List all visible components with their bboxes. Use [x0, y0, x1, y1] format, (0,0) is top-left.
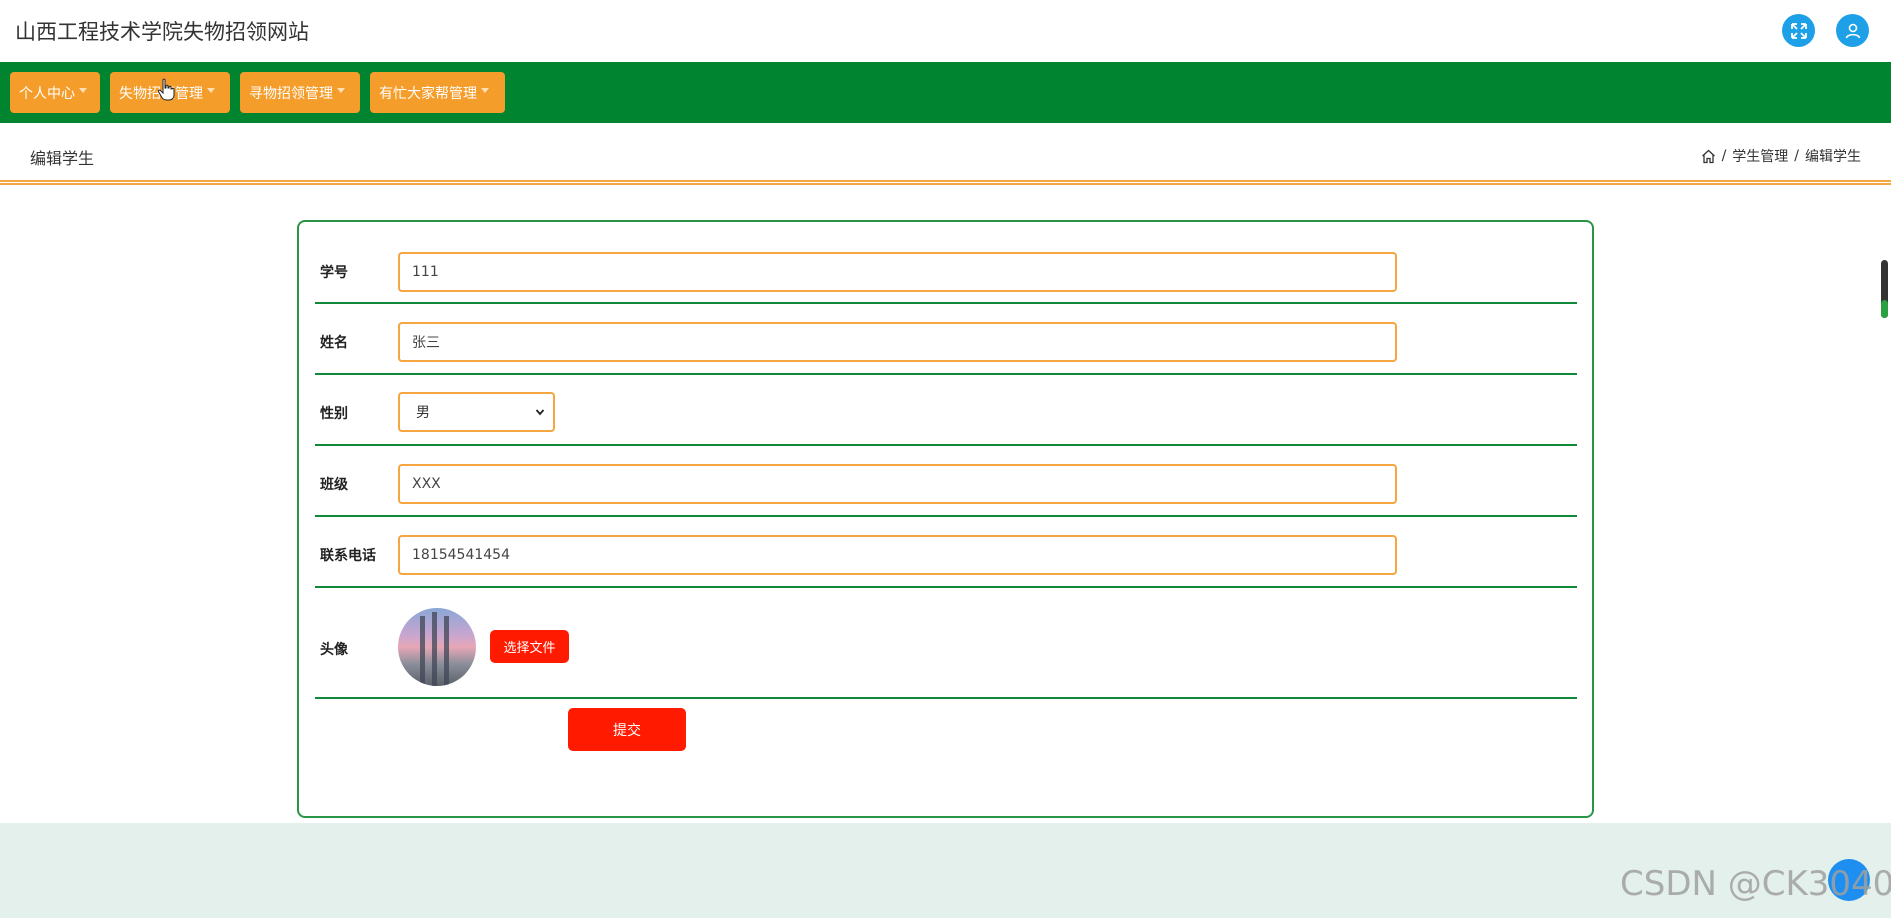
top-header: 山西工程技术学院失物招领网站 [0, 0, 1891, 62]
choose-file-button[interactable]: 选择文件 [490, 630, 569, 663]
hand-cursor-icon [157, 78, 175, 101]
app-title: 山西工程技术学院失物招领网站 [15, 20, 309, 44]
phone-value: 18154541454 [412, 547, 510, 563]
caret-down-icon [79, 88, 87, 93]
class-label: 班级 [320, 477, 348, 493]
student-id-label: 学号 [320, 265, 348, 281]
form-row-name: 姓名 张三 [315, 304, 1577, 375]
breadcrumb-separator: / [1721, 148, 1727, 164]
form-row-class: 班级 XXX [315, 446, 1577, 517]
gender-select[interactable]: 男 [398, 392, 555, 432]
user-icon[interactable] [1836, 14, 1869, 47]
avatar-image-detail [432, 612, 437, 686]
name-value: 张三 [412, 335, 440, 351]
fullscreen-icon[interactable] [1782, 14, 1815, 47]
main-nav: 个人中心 失物招领管理 寻物招领管理 有忙大家帮管理 [0, 62, 1891, 123]
class-value: XXX [412, 476, 441, 492]
nav-item-personal-center[interactable]: 个人中心 [10, 72, 100, 113]
breadcrumb-edit-student: 编辑学生 [1805, 149, 1861, 165]
breadcrumb-bar: 编辑学生 / 学生管理 / 编辑学生 [0, 123, 1891, 181]
student-id-input[interactable]: 111 [398, 252, 1397, 292]
nav-item-help-each-other[interactable]: 有忙大家帮管理 [370, 72, 505, 113]
name-input[interactable]: 张三 [398, 322, 1397, 362]
scrollbar-thumb-accent [1881, 300, 1888, 318]
breadcrumb: / 学生管理 / 编辑学生 [1701, 146, 1861, 166]
name-label: 姓名 [320, 335, 348, 351]
gender-value: 男 [416, 405, 430, 421]
page-title: 编辑学生 [30, 149, 95, 168]
nav-item-seek-item[interactable]: 寻物招领管理 [240, 72, 360, 113]
chevron-down-icon [535, 409, 545, 416]
nav-item-label: 个人中心 [19, 85, 75, 102]
breadcrumb-separator: / [1794, 148, 1799, 164]
caret-down-icon [207, 88, 215, 93]
class-input[interactable]: XXX [398, 464, 1397, 504]
form-row-phone: 联系电话 18154541454 [315, 517, 1577, 588]
caret-down-icon [337, 88, 345, 93]
breadcrumb-student-management[interactable]: 学生管理 [1732, 146, 1788, 166]
submit-button[interactable]: 提交 [568, 708, 686, 751]
phone-input[interactable]: 18154541454 [398, 535, 1397, 575]
avatar [398, 608, 476, 686]
avatar-label: 头像 [320, 642, 348, 658]
nav-item-label: 有忙大家帮管理 [379, 85, 477, 102]
watermark: CSDN @CK3040 [1620, 864, 1891, 904]
avatar-image-detail [444, 616, 449, 686]
caret-down-icon [481, 88, 489, 93]
page-footer-area [0, 823, 1891, 918]
form-row-avatar: 头像 选择文件 [315, 588, 1577, 699]
form-row-student-id: 学号 111 [315, 222, 1577, 304]
avatar-image-detail [420, 616, 425, 686]
gender-label: 性别 [320, 406, 348, 422]
phone-label: 联系电话 [320, 548, 376, 564]
home-icon[interactable] [1701, 149, 1716, 164]
nav-item-label: 寻物招领管理 [249, 85, 333, 102]
student-id-value: 111 [412, 264, 439, 280]
edit-student-form: 学号 111 姓名 张三 性别 男 班级 XXX 联系电话 1815454145… [297, 220, 1594, 818]
form-row-gender: 性别 男 [315, 375, 1577, 446]
